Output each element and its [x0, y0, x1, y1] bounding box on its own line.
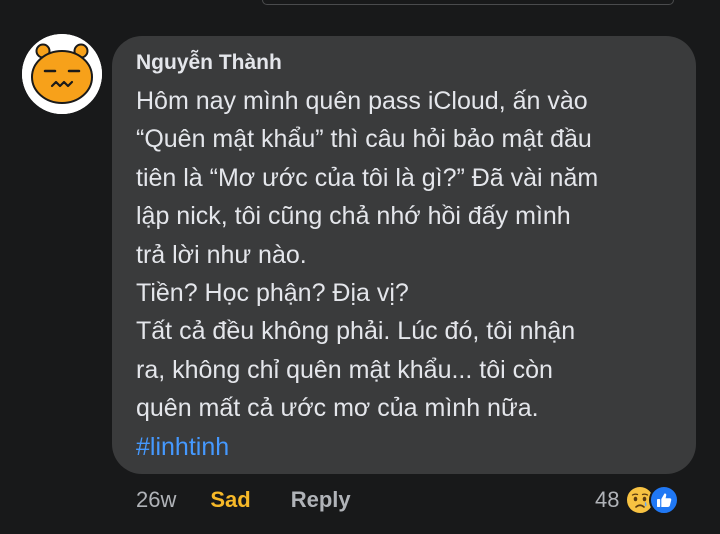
cartoon-face-icon [22, 34, 102, 114]
previous-comment-edge [262, 0, 674, 5]
sad-reaction-button[interactable]: Sad [210, 487, 250, 513]
comment-text-line: “Quên mật khẩu” thì câu hỏi bảo mật đầu [136, 125, 592, 154]
comment-text-line: ra, không chỉ quên mật khẩu... tôi còn [136, 355, 553, 384]
avatar[interactable] [22, 34, 102, 114]
comment-text-line: Hôm nay mình quên pass iCloud, ấn vào [136, 87, 588, 115]
comment-text-line: trả lời như nào. [136, 240, 307, 269]
reply-button[interactable]: Reply [291, 487, 351, 513]
comment-actions: 26w Sad Reply [136, 485, 351, 515]
comment-text-line: Tiền? Học phận? Địa vị? [136, 279, 409, 308]
comment-text-line: tiên là “Mơ ước của tôi là gì?” Đã vài n… [136, 163, 599, 192]
comment-text-line: quên mất cả ước mơ của mình nữa. [136, 394, 539, 423]
comment-text-line: Tất cả đều không phải. Lúc đó, tôi nhận [136, 317, 576, 346]
like-icon [649, 485, 680, 515]
comment-timestamp[interactable]: 26w [136, 487, 176, 513]
comment-text-line: lập nick, tôi cũng chả nhớ hồi đấy mình [136, 202, 571, 231]
hashtag-link[interactable]: #linhtinh [136, 428, 676, 466]
reaction-summary[interactable]: 48 [595, 483, 680, 517]
reaction-count: 48 [595, 487, 620, 512]
comment-author-name[interactable]: Nguyễn Thành [136, 50, 676, 76]
comment-bubble: Nguyễn Thành Hôm nay mình quên pass iClo… [112, 36, 696, 474]
